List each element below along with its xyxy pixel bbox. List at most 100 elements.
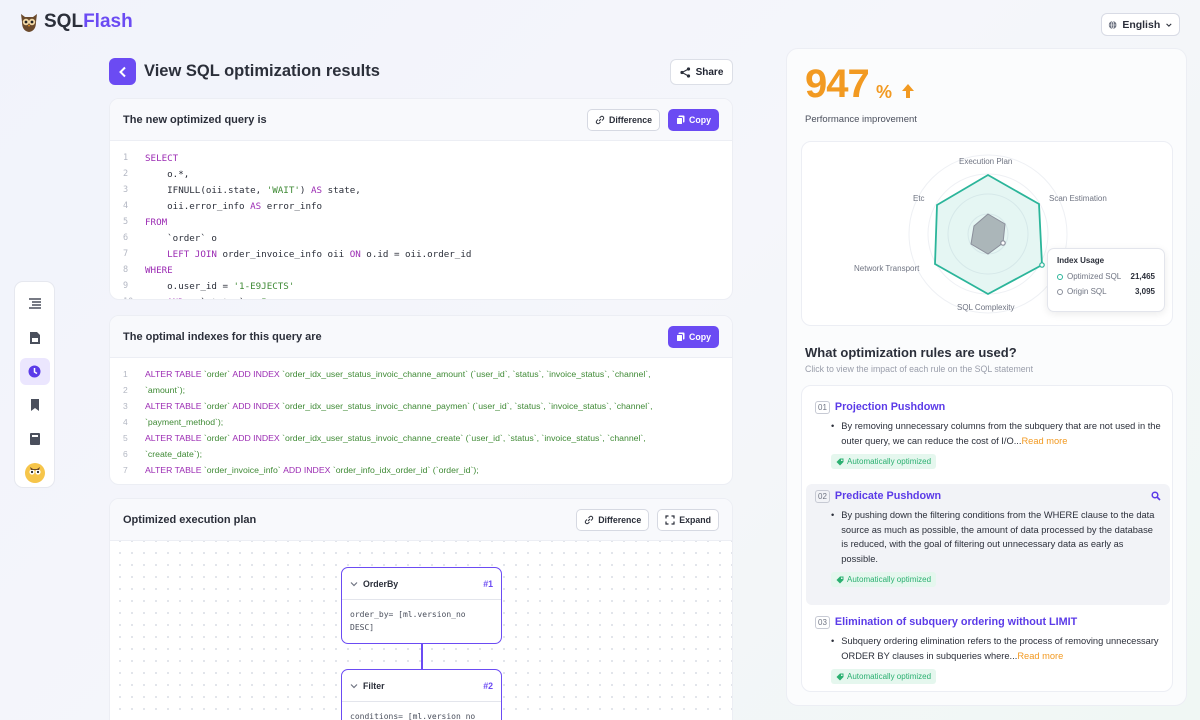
line-number: 3 [123,185,129,195]
code-token: o.*, [145,168,190,180]
line-number: 5 [123,217,129,227]
search-icon[interactable] [1151,491,1161,501]
code-line: 3 ALTER TABLE `order` ADD INDEX `order_id… [123,398,732,414]
plan-node-detail: conditions= [ml.version_no [350,712,476,720]
rule-description: Subquery ordering elimination refers to … [841,634,1161,663]
plan-node-number: #2 [483,680,493,691]
read-more-link[interactable]: Read more [1021,436,1067,446]
code-token: AS [250,200,262,212]
plan-connector [421,644,423,671]
rule-description-row: • By pushing down the filtering condition… [815,508,1161,566]
rule-name: Predicate Pushdown [834,490,942,502]
code-token: error_info [261,200,323,212]
code-token: 'WAIT' [266,184,300,196]
rule-item[interactable]: 03 Elimination of subquery ordering with… [806,610,1170,690]
sidebar-item-avatar[interactable] [20,459,50,487]
plan-difference-label: Difference [598,514,642,525]
rule-item[interactable]: 02 Predicate Pushdown • By pushing down t… [806,484,1170,605]
tag-icon [836,458,844,466]
page-title: View SQL optimization results [144,62,380,80]
tooltip-row-label: Optimized SQL [1067,272,1122,281]
query-copy-button[interactable]: Copy [668,108,719,131]
copy-icon [676,332,685,342]
rule-description-row: • Subquery ordering elimination refers to… [815,634,1161,663]
code-token: o.`status` = [184,297,261,300]
plan-difference-button[interactable]: Difference [576,508,650,531]
code-token: `order_invoice_info` [201,465,284,475]
code-line: 8 WHERE [123,262,732,278]
code-token: ALTER TABLE [145,401,202,411]
tooltip-row-value: 21,465 [1130,272,1155,281]
query-card-header: The new optimized query is Difference Co… [110,99,732,141]
chevron-down-icon [350,581,358,586]
sidebar-item-bookmarks[interactable] [20,391,50,419]
rules-subtitle: Click to view the impact of each rule on… [805,364,1034,374]
index-card-title: The optimal indexes for this query are [123,330,322,343]
code-token: ADD INDEX [283,465,331,475]
plan-canvas[interactable]: OrderBy #1 order_by= [ml.version_no DESC… [110,541,732,720]
query-difference-button[interactable]: Difference [586,108,660,131]
plan-node-filter[interactable]: Filter #2 conditions= [ml.version_no [341,669,502,720]
index-code-block[interactable]: 1 ALTER TABLE `order` ADD INDEX `order_id… [110,358,732,478]
plan-node-orderby[interactable]: OrderBy #1 order_by= [ml.version_no DESC… [341,567,502,644]
code-line: 7 ALTER TABLE `order_invoice_info` ADD IN… [123,462,732,478]
query-code-block[interactable]: 1 SELECT 2 o.*, 3 IFNULL(oii.state, 'WAIT')… [110,141,732,300]
rule-number: 01 [815,400,830,414]
plan-expand-label: Expand [679,514,711,525]
code-token: `payment_method`); [145,417,224,427]
code-token: `order_idx_user_status_invoic_channe_amo… [279,369,651,379]
sidebar-item-book[interactable] [20,425,50,453]
auto-optimized-label: Automatically optimized [847,575,932,585]
plan-card-header: Optimized execution plan Difference Expa… [110,499,732,541]
code-token: ADD INDEX [232,401,280,411]
optimal-indexes-card: The optimal indexes for this query are C… [109,315,733,485]
code-token: `amount`); [145,385,186,395]
line-number: 4 [123,417,128,427]
radar-point-optimized [1039,262,1045,268]
code-token: IFNULL(oii.state, [145,184,267,196]
rule-description: By pushing down the filtering conditions… [841,510,1155,564]
app-logo[interactable]: SQL Flash [18,10,133,34]
language-select[interactable]: English [1101,13,1180,36]
share-button[interactable]: Share [670,59,733,85]
line-number: 7 [123,249,129,259]
sidebar-item-document[interactable] [20,324,50,352]
optimized-query-card: The new optimized query is Difference Co… [109,98,733,300]
rule-number: 02 [815,489,830,503]
code-token: FROM [145,216,168,228]
code-line: 9 o.user_id = '1-E9JECTS' [123,278,732,294]
query-difference-label: Difference [608,114,652,125]
copy-icon [676,115,685,125]
back-button[interactable] [109,58,136,85]
read-more-link[interactable]: Read more [1017,651,1063,661]
index-copy-button[interactable]: Copy [668,325,719,348]
auto-optimized-badge: Automatically optimized [831,669,937,685]
code-line: 2 o.*, [123,166,732,182]
line-number: 1 [123,153,129,163]
rule-number: 03 [815,615,830,629]
code-line: 7 LEFT JOIN order_invoice_info oii ON o.… [123,246,732,262]
code-token: ALTER TABLE [145,369,202,379]
code-token: ) [299,184,311,196]
line-number: 4 [123,201,129,211]
plan-node-name: Filter [363,680,385,691]
bullet: • [831,510,835,520]
plan-expand-button[interactable]: Expand [657,508,719,531]
plan-card-title: Optimized execution plan [123,513,257,526]
sidebar-item-history[interactable] [19,357,50,386]
auto-optimized-badge: Automatically optimized [831,572,937,588]
line-number: 3 [123,401,128,411]
list-icon [28,298,41,309]
chevron-left-icon [118,66,126,77]
bullet: • [831,421,835,431]
chevron-down-icon [1166,22,1172,27]
performance-value: 947 [805,62,870,106]
rule-name: Elimination of subquery ordering without… [834,616,1078,628]
rules-title: What optimization rules are used? [805,345,1017,360]
plan-node-name: OrderBy [363,578,399,589]
owl-logo-icon [21,14,37,32]
rule-item[interactable]: 01 Projection Pushdown • By removing unne… [806,395,1170,477]
performance-label: Performance improvement [805,114,917,125]
sidebar-item-list[interactable] [20,290,50,318]
auto-optimized-label: Automatically optimized [847,672,932,682]
